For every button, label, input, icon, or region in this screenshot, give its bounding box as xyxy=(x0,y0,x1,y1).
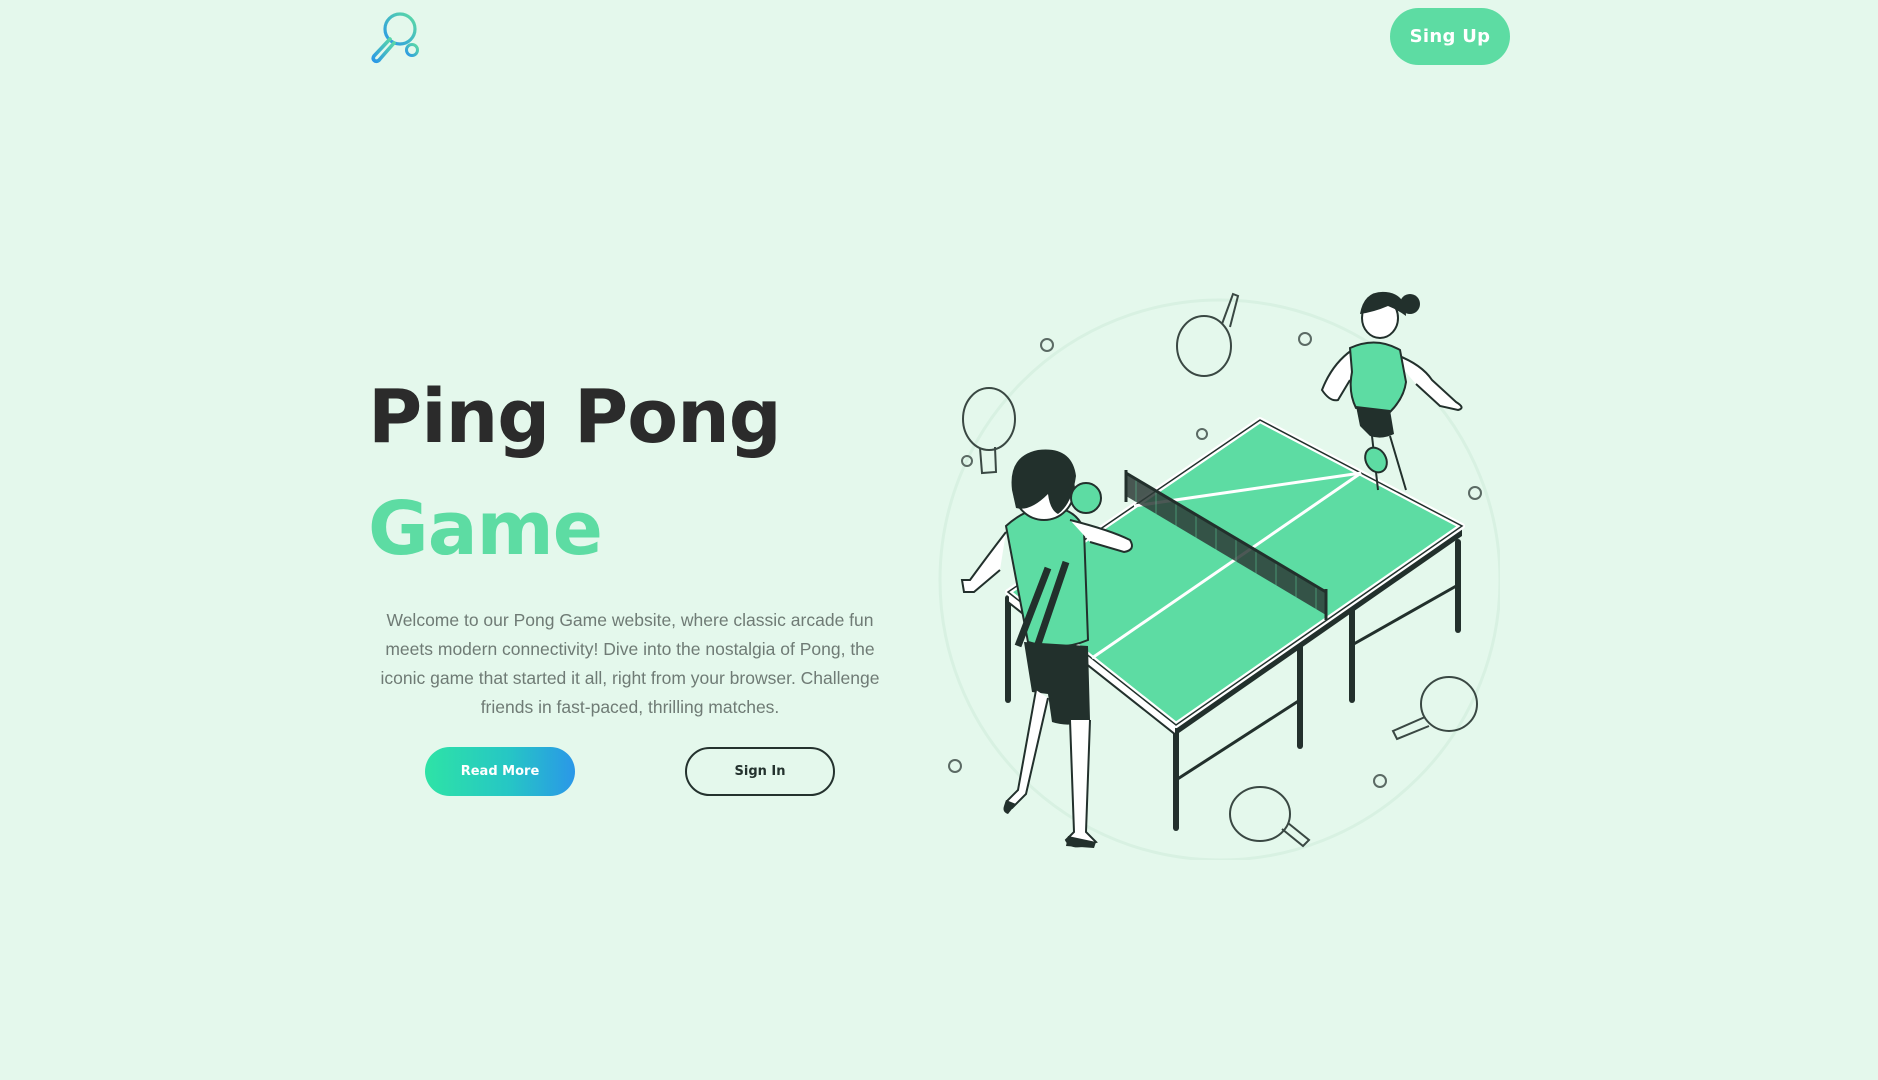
sign-up-button[interactable]: Sing Up xyxy=(1390,8,1510,65)
hero-title: Ping Pong xyxy=(368,374,782,460)
hero-description: Welcome to our Pong Game website, where … xyxy=(380,610,880,717)
ping-pong-paddle-logo-icon[interactable] xyxy=(368,8,424,64)
hero-title-accent: Game xyxy=(368,486,603,572)
ping-pong-players-illustration xyxy=(938,291,1500,860)
sign-in-button[interactable]: Sign In xyxy=(685,747,835,796)
read-more-button[interactable]: Read More xyxy=(425,747,575,796)
